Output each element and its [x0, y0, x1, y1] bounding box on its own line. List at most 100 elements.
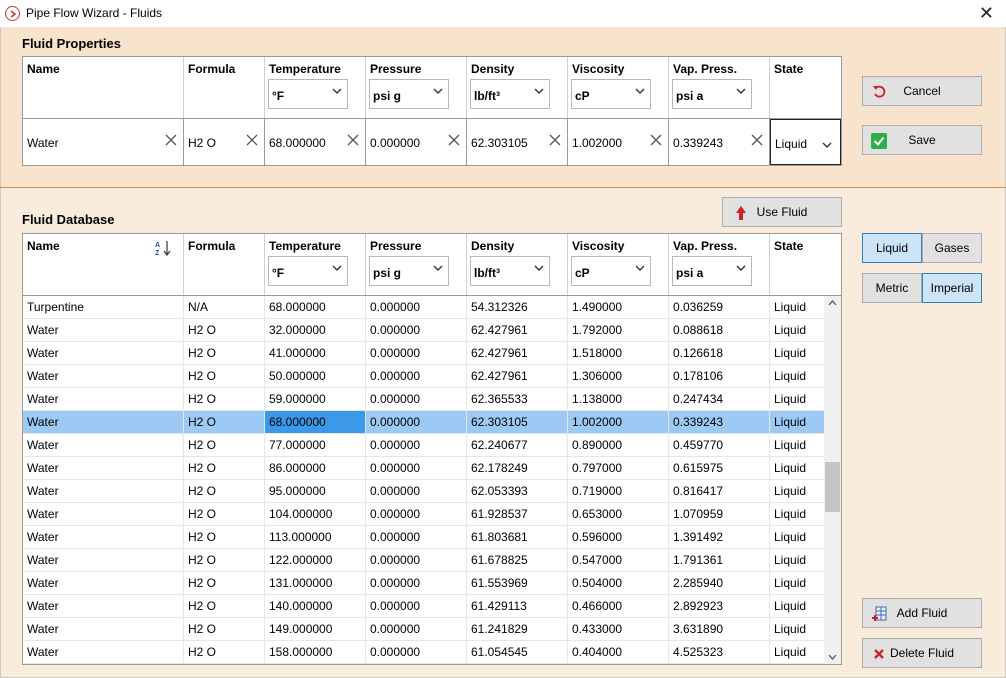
cell-name[interactable]: Water — [23, 365, 184, 387]
scroll-down-icon[interactable] — [828, 654, 837, 660]
cell-vap-press[interactable]: 0.126618 — [669, 342, 770, 364]
state-select[interactable]: Liquid — [770, 119, 841, 165]
cell-vap-press[interactable]: 1.791361 — [669, 549, 770, 571]
cell-viscosity[interactable]: 0.596000 — [568, 526, 669, 548]
table-row[interactable]: Water H2 O 140.000000 0.000000 61.429113 0.46… — [23, 595, 824, 618]
table-row[interactable]: Water H2 O 68.000000 0.000000 62.303105 1.002… — [23, 411, 824, 434]
cell-name[interactable]: Water — [23, 411, 184, 433]
cell-name[interactable]: Turpentine — [23, 296, 184, 318]
cell-pressure[interactable]: 0.000000 — [366, 480, 467, 502]
add-fluid-button[interactable]: Add Fluid — [862, 598, 982, 628]
table-row[interactable]: Water H2 O 50.000000 0.000000 62.427961 1.306… — [23, 365, 824, 388]
cell-vap-press[interactable]: 0.178106 — [669, 365, 770, 387]
clear-icon[interactable] — [448, 134, 460, 146]
cell-pressure[interactable]: 0.000000 — [366, 388, 467, 410]
cell-vap-press[interactable]: 0.088618 — [669, 319, 770, 341]
table-row[interactable]: Water H2 O 77.000000 0.000000 62.240677 0.890… — [23, 434, 824, 457]
vap-press-unit-select[interactable]: psi a — [672, 79, 752, 109]
cell-density[interactable]: 62.240677 — [467, 434, 568, 456]
cell-temperature[interactable]: 77.000000 — [265, 434, 366, 456]
cell-state[interactable]: Liquid — [770, 549, 824, 571]
cell-state[interactable]: Liquid — [770, 480, 824, 502]
cell-viscosity[interactable]: 1.518000 — [568, 342, 669, 364]
cell-temperature[interactable]: 140.000000 — [265, 595, 366, 617]
table-row[interactable]: Water H2 O 131.000000 0.000000 61.553969 0.50… — [23, 572, 824, 595]
cell-state[interactable]: Liquid — [770, 457, 824, 479]
table-row[interactable]: Water H2 O 41.000000 0.000000 62.427961 1.518… — [23, 342, 824, 365]
vertical-scrollbar[interactable] — [824, 296, 841, 664]
cell-name[interactable]: Water — [23, 480, 184, 502]
cell-name[interactable]: Water — [23, 388, 184, 410]
table-row[interactable]: Water H2 O 59.000000 0.000000 62.365533 1.138… — [23, 388, 824, 411]
cell-formula[interactable]: H2 O — [184, 641, 265, 663]
cell-pressure[interactable]: 0.000000 — [366, 457, 467, 479]
viscosity-unit-select[interactable]: cP — [571, 79, 651, 109]
cell-formula[interactable]: N/A — [184, 296, 265, 318]
cell-pressure[interactable]: 0.000000 — [366, 342, 467, 364]
cell-formula[interactable]: H2 O — [184, 618, 265, 640]
cell-pressure[interactable]: 0.000000 — [366, 572, 467, 594]
cell-viscosity[interactable]: 1.138000 — [568, 388, 669, 410]
cell-name[interactable]: Water — [23, 526, 184, 548]
cell-formula[interactable]: H2 O — [184, 549, 265, 571]
cell-vap-press[interactable]: 0.339243 — [669, 411, 770, 433]
cell-formula[interactable]: H2 O — [184, 365, 265, 387]
cell-density[interactable]: 62.178249 — [467, 457, 568, 479]
save-button[interactable]: Save — [862, 125, 982, 155]
cell-pressure[interactable]: 0.000000 — [366, 296, 467, 318]
cell-viscosity[interactable]: 0.797000 — [568, 457, 669, 479]
cell-viscosity[interactable]: 0.547000 — [568, 549, 669, 571]
density-unit-select[interactable]: lb/ft³ — [470, 79, 550, 109]
cell-formula[interactable]: H2 O — [184, 342, 265, 364]
cell-temperature[interactable]: 149.000000 — [265, 618, 366, 640]
cell-temperature[interactable]: 59.000000 — [265, 388, 366, 410]
cell-vap-press[interactable]: 2.285940 — [669, 572, 770, 594]
table-row[interactable]: Water H2 O 149.000000 0.000000 61.241829 0.43… — [23, 618, 824, 641]
cell-pressure[interactable]: 0.000000 — [366, 549, 467, 571]
cell-formula[interactable]: H2 O — [184, 434, 265, 456]
cell-formula[interactable]: H2 O — [184, 457, 265, 479]
cell-density[interactable]: 54.312326 — [467, 296, 568, 318]
cell-vap-press[interactable]: 0.615975 — [669, 457, 770, 479]
cell-state[interactable]: Liquid — [770, 526, 824, 548]
cell-viscosity[interactable]: 0.404000 — [568, 641, 669, 663]
pressure-unit-select[interactable]: psi g — [369, 79, 449, 109]
table-row[interactable]: Water H2 O 158.000000 0.000000 61.054545 0.40… — [23, 641, 824, 664]
cell-vap-press[interactable]: 2.892923 — [669, 595, 770, 617]
viscosity-field[interactable]: 1.002000 — [568, 119, 669, 165]
cell-density[interactable]: 62.427961 — [467, 365, 568, 387]
cell-formula[interactable]: H2 O — [184, 319, 265, 341]
cell-state[interactable]: Liquid — [770, 641, 824, 663]
cell-name[interactable]: Water — [23, 595, 184, 617]
cell-name[interactable]: Water — [23, 434, 184, 456]
cell-formula[interactable]: H2 O — [184, 572, 265, 594]
formula-field[interactable]: H2 O — [184, 119, 265, 165]
cell-pressure[interactable]: 0.000000 — [366, 641, 467, 663]
cell-density[interactable]: 62.365533 — [467, 388, 568, 410]
cell-state[interactable]: Liquid — [770, 572, 824, 594]
clear-icon[interactable] — [549, 134, 561, 146]
cell-pressure[interactable]: 0.000000 — [366, 434, 467, 456]
cell-temperature[interactable]: 158.000000 — [265, 641, 366, 663]
cell-formula[interactable]: H2 O — [184, 480, 265, 502]
cell-state[interactable]: Liquid — [770, 618, 824, 640]
cell-density[interactable]: 61.928537 — [467, 503, 568, 525]
db-temperature-unit-select[interactable]: °F — [268, 256, 348, 286]
db-density-unit-select[interactable]: lb/ft³ — [470, 256, 550, 286]
scrollbar-thumb[interactable] — [825, 462, 840, 512]
density-field[interactable]: 62.303105 — [467, 119, 568, 165]
cell-viscosity[interactable]: 1.306000 — [568, 365, 669, 387]
cell-vap-press[interactable]: 0.459770 — [669, 434, 770, 456]
table-row[interactable]: Water H2 O 104.000000 0.000000 61.928537 0.65… — [23, 503, 824, 526]
table-row[interactable]: Water H2 O 113.000000 0.000000 61.803681 0.59… — [23, 526, 824, 549]
cell-viscosity[interactable]: 0.719000 — [568, 480, 669, 502]
use-fluid-button[interactable]: Use Fluid — [722, 197, 842, 227]
cell-density[interactable]: 62.303105 — [467, 411, 568, 433]
pressure-field[interactable]: 0.000000 — [366, 119, 467, 165]
cell-state[interactable]: Liquid — [770, 342, 824, 364]
cell-density[interactable]: 61.429113 — [467, 595, 568, 617]
table-row[interactable]: Water H2 O 95.000000 0.000000 62.053393 0.719… — [23, 480, 824, 503]
delete-fluid-button[interactable]: Delete Fluid — [862, 638, 982, 668]
cell-state[interactable]: Liquid — [770, 296, 824, 318]
cell-density[interactable]: 62.053393 — [467, 480, 568, 502]
